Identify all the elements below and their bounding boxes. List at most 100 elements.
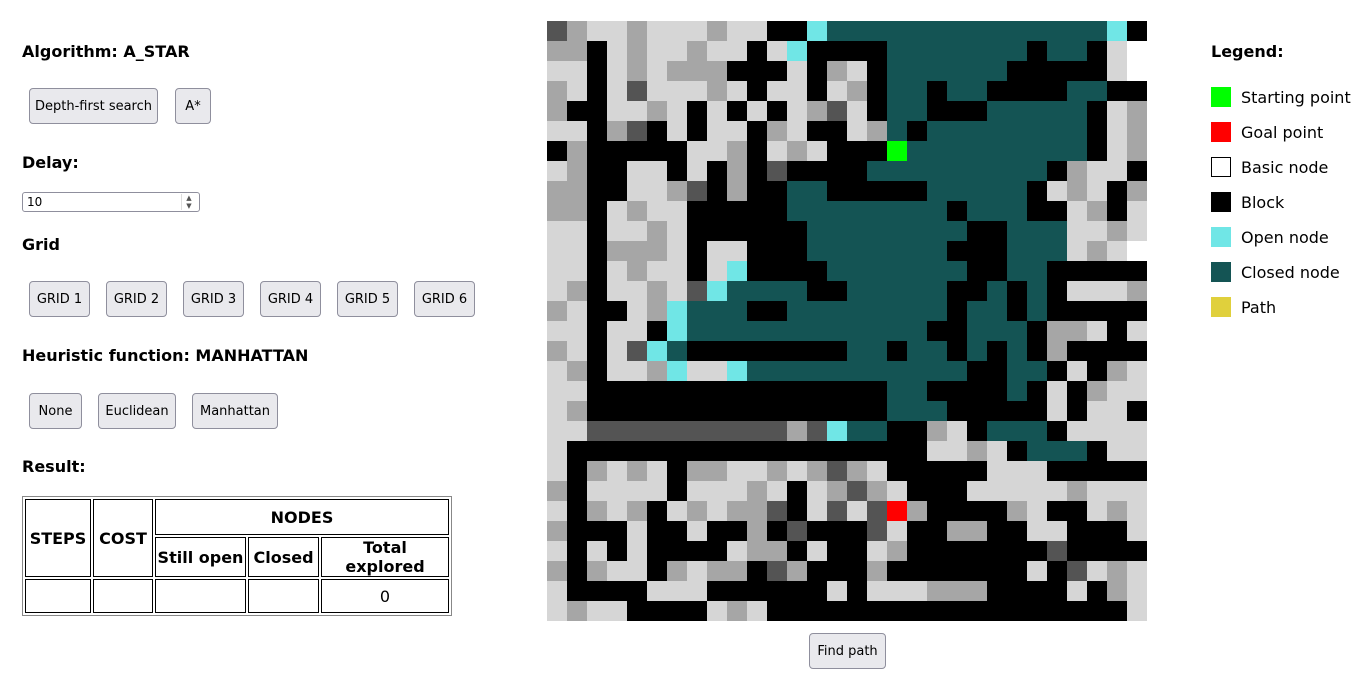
block-node[interactable] — [827, 381, 847, 401]
closed-node[interactable] — [1047, 41, 1067, 61]
basic-node[interactable] — [587, 21, 607, 41]
closed-node[interactable] — [747, 321, 767, 341]
closed-node[interactable] — [827, 221, 847, 241]
block-node[interactable] — [587, 281, 607, 301]
basic-node[interactable] — [667, 101, 687, 121]
block-node[interactable] — [1027, 601, 1047, 621]
closed-node[interactable] — [887, 281, 907, 301]
closed-node[interactable] — [887, 361, 907, 381]
block-node[interactable] — [767, 61, 787, 81]
basic-node[interactable] — [847, 61, 867, 81]
closed-node[interactable] — [867, 361, 887, 381]
basic-node[interactable] — [747, 21, 767, 41]
block-node[interactable] — [1027, 81, 1047, 101]
block-node[interactable] — [1007, 561, 1027, 581]
block-node[interactable] — [927, 501, 947, 521]
closed-node[interactable] — [907, 241, 927, 261]
block-node[interactable] — [1087, 341, 1107, 361]
block-node[interactable] — [667, 141, 687, 161]
basic-node[interactable] — [627, 201, 647, 221]
basic-node[interactable] — [567, 261, 587, 281]
closed-node[interactable] — [847, 301, 867, 321]
block-node[interactable] — [1067, 461, 1087, 481]
basic-node[interactable] — [647, 581, 667, 601]
basic-node[interactable] — [727, 561, 747, 581]
block-node[interactable] — [807, 381, 827, 401]
basic-node[interactable] — [627, 521, 647, 541]
basic-node[interactable] — [667, 81, 687, 101]
block-node[interactable] — [1107, 81, 1127, 101]
basic-node[interactable] — [647, 61, 667, 81]
block-node[interactable] — [867, 101, 887, 121]
basic-node[interactable] — [707, 261, 727, 281]
closed-node[interactable] — [867, 21, 887, 41]
closed-node[interactable] — [867, 281, 887, 301]
block-node[interactable] — [547, 141, 567, 161]
basic-node[interactable] — [547, 481, 567, 501]
basic-node[interactable] — [867, 561, 887, 581]
block-node[interactable] — [607, 381, 627, 401]
closed-node[interactable] — [987, 421, 1007, 441]
closed-node[interactable] — [867, 321, 887, 341]
basic-node[interactable] — [547, 221, 567, 241]
closed-node[interactable] — [787, 181, 807, 201]
block-node[interactable] — [647, 521, 667, 541]
goal-node[interactable] — [887, 501, 907, 521]
basic-node[interactable] — [787, 421, 807, 441]
basic-node[interactable] — [567, 161, 587, 181]
block-node[interactable] — [767, 181, 787, 201]
basic-node[interactable] — [1107, 161, 1127, 181]
closed-node[interactable] — [987, 121, 1007, 141]
basic-node[interactable] — [567, 41, 587, 61]
closed-node[interactable] — [907, 201, 927, 221]
block-node[interactable] — [1087, 41, 1107, 61]
closed-node[interactable] — [747, 281, 767, 301]
basic-node[interactable] — [607, 501, 627, 521]
block-node[interactable] — [927, 101, 947, 121]
basic-node[interactable] — [667, 421, 687, 441]
basic-node[interactable] — [667, 181, 687, 201]
closed-node[interactable] — [967, 41, 987, 61]
closed-node[interactable] — [987, 321, 1007, 341]
block-node[interactable] — [1067, 401, 1087, 421]
basic-node[interactable] — [627, 81, 647, 101]
basic-node[interactable] — [1127, 501, 1147, 521]
block-node[interactable] — [787, 601, 807, 621]
basic-node[interactable] — [807, 461, 827, 481]
basic-node[interactable] — [1127, 221, 1147, 241]
block-node[interactable] — [567, 461, 587, 481]
basic-node[interactable] — [547, 101, 567, 121]
closed-node[interactable] — [907, 261, 927, 281]
basic-node[interactable] — [547, 341, 567, 361]
closed-node[interactable] — [987, 141, 1007, 161]
block-node[interactable] — [787, 541, 807, 561]
closed-node[interactable] — [807, 221, 827, 241]
closed-node[interactable] — [1067, 41, 1087, 61]
block-node[interactable] — [747, 401, 767, 421]
block-node[interactable] — [707, 341, 727, 361]
block-node[interactable] — [807, 41, 827, 61]
basic-node[interactable] — [607, 361, 627, 381]
basic-node[interactable] — [647, 21, 667, 41]
block-node[interactable] — [947, 101, 967, 121]
basic-node[interactable] — [867, 501, 887, 521]
block-node[interactable] — [887, 181, 907, 201]
block-node[interactable] — [1027, 201, 1047, 221]
basic-node[interactable] — [587, 541, 607, 561]
block-node[interactable] — [987, 581, 1007, 601]
closed-node[interactable] — [787, 281, 807, 301]
block-node[interactable] — [647, 381, 667, 401]
block-node[interactable] — [867, 141, 887, 161]
basic-node[interactable] — [787, 561, 807, 581]
open-node[interactable] — [667, 361, 687, 381]
block-node[interactable] — [1107, 301, 1127, 321]
closed-node[interactable] — [807, 361, 827, 381]
grid-4-button[interactable]: GRID 4 — [260, 281, 321, 317]
pathfinding-grid[interactable] — [547, 21, 1147, 621]
closed-node[interactable] — [927, 341, 947, 361]
block-node[interactable] — [827, 41, 847, 61]
basic-node[interactable] — [1067, 281, 1087, 301]
basic-node[interactable] — [1067, 221, 1087, 241]
closed-node[interactable] — [847, 421, 867, 441]
block-node[interactable] — [567, 521, 587, 541]
